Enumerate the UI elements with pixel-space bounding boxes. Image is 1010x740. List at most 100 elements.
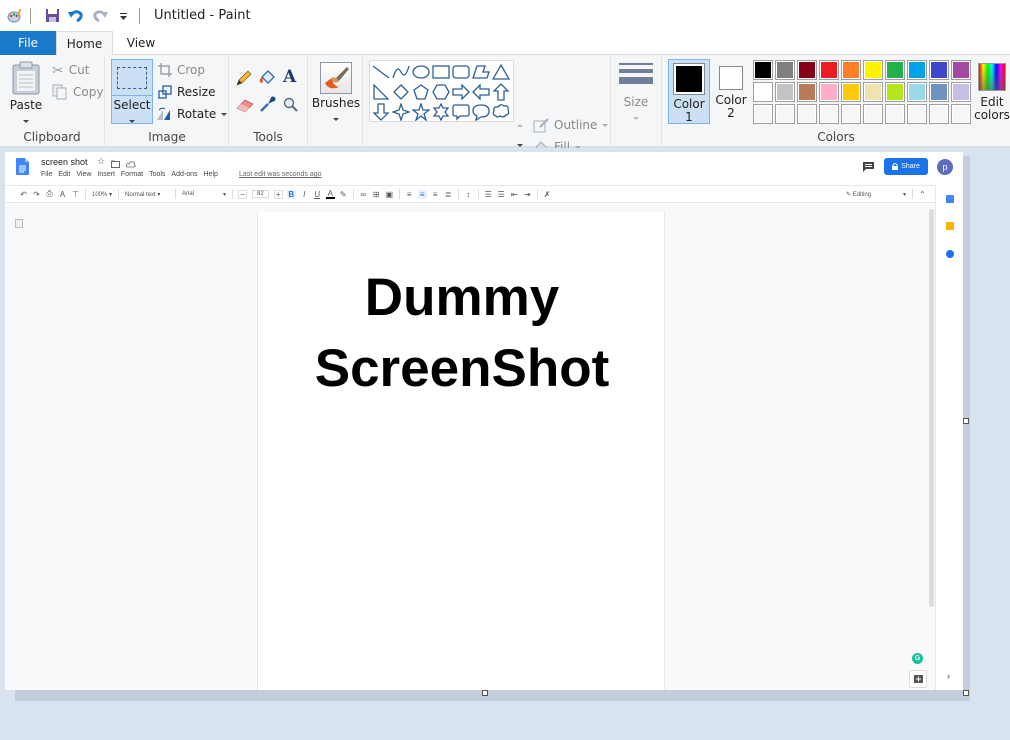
palette-swatch[interactable]	[863, 104, 883, 124]
shape-rounded-rectangle[interactable]	[451, 62, 471, 82]
document-page[interactable]: Dummy ScreenShot	[257, 212, 665, 690]
gdoc-menu-view[interactable]: View	[76, 171, 91, 178]
magnifier-icon[interactable]	[283, 97, 299, 116]
shape-cloud-callout[interactable]	[491, 102, 511, 122]
edit-colors-button[interactable]: Edit colors	[974, 59, 1010, 124]
gdoc-menu-insert[interactable]: Insert	[97, 171, 115, 178]
palette-swatch[interactable]	[753, 82, 773, 102]
highlight-color-icon[interactable]: ✎	[339, 190, 348, 199]
numbered-list-icon[interactable]: ☰	[484, 190, 493, 199]
palette-swatch[interactable]	[753, 104, 773, 124]
shape-rectangle[interactable]	[431, 62, 451, 82]
align-left-icon[interactable]: ≡	[405, 190, 414, 199]
rotate-button[interactable]: Rotate	[156, 104, 228, 124]
zoom-select[interactable]: 100% ▾	[92, 191, 112, 198]
underline-icon[interactable]: U	[313, 190, 322, 199]
vertical-scrollbar[interactable]	[929, 209, 934, 607]
shape-up-arrow[interactable]	[491, 82, 511, 102]
grammarly-icon[interactable]: G	[912, 653, 923, 664]
palette-swatch[interactable]	[797, 60, 817, 80]
shape-rounded-callout[interactable]	[451, 102, 471, 122]
text-tool-icon[interactable]: A	[283, 67, 296, 87]
shape-oval-callout[interactable]	[471, 102, 491, 122]
bold-icon[interactable]: B	[286, 189, 296, 199]
palette-swatch[interactable]	[841, 60, 861, 80]
palette-swatch[interactable]	[841, 104, 861, 124]
customize-quick-access-icon[interactable]	[115, 7, 133, 25]
align-center-icon[interactable]: ≡	[417, 189, 427, 199]
palette-swatch[interactable]	[907, 60, 927, 80]
palette-swatch[interactable]	[775, 104, 795, 124]
redo-icon[interactable]	[91, 7, 109, 25]
style-select[interactable]: Normal text ▾	[125, 191, 169, 198]
star-icon[interactable]: ☆	[97, 156, 105, 167]
palette-swatch[interactable]	[951, 104, 971, 124]
shape-right-triangle[interactable]	[371, 82, 391, 102]
gdoc-menu-addons[interactable]: Add-ons	[171, 171, 197, 178]
insert-link-icon[interactable]: ∞	[359, 190, 368, 199]
gdoc-menu-file[interactable]: File	[41, 171, 52, 178]
increase-indent-icon[interactable]: ⇥	[523, 190, 532, 199]
palette-swatch[interactable]	[797, 104, 817, 124]
resize-handle-corner[interactable]	[963, 690, 969, 696]
explore-button[interactable]	[909, 670, 927, 688]
gdoc-title[interactable]: screen shot	[41, 157, 88, 167]
shape-pentagon[interactable]	[411, 82, 431, 102]
pencil-icon[interactable]	[235, 69, 253, 90]
palette-swatch[interactable]	[885, 82, 905, 102]
share-button[interactable]: Share	[884, 158, 928, 175]
cut-button[interactable]: ✂ Cut	[52, 60, 89, 80]
tab-file[interactable]: File	[0, 31, 56, 55]
font-select[interactable]: Arial ▾	[182, 191, 226, 198]
palette-swatch[interactable]	[929, 82, 949, 102]
redo-icon[interactable]: ↷	[32, 190, 41, 199]
crop-button[interactable]: Crop	[158, 60, 205, 80]
canvas[interactable]: screen shot ☆ File Edit View Insert Format To…	[5, 152, 963, 690]
size-button[interactable]: Size	[617, 59, 655, 123]
justify-icon[interactable]: ≣	[444, 190, 453, 199]
palette-swatch[interactable]	[775, 82, 795, 102]
decrease-indent-icon[interactable]: ⇤	[510, 190, 519, 199]
palette-swatch[interactable]	[775, 60, 795, 80]
resize-handle-bottom[interactable]	[482, 690, 488, 696]
palette-swatch[interactable]	[819, 82, 839, 102]
palette-swatch[interactable]	[929, 60, 949, 80]
palette-swatch[interactable]	[863, 82, 883, 102]
italic-icon[interactable]: I	[300, 190, 309, 199]
shape-line[interactable]	[371, 62, 391, 82]
resize-handle-right[interactable]	[963, 418, 969, 424]
increase-font-size-icon[interactable]: +	[273, 189, 283, 199]
palette-swatch[interactable]	[819, 104, 839, 124]
brushes-button[interactable]: Brushes	[311, 59, 361, 123]
show-side-panel-icon[interactable]: ›	[947, 671, 950, 681]
shape-five-point-star[interactable]	[411, 102, 431, 122]
comment-history-icon[interactable]	[863, 161, 874, 175]
gdoc-menu-format[interactable]: Format	[121, 171, 143, 178]
bulleted-list-icon[interactable]: ☰	[497, 190, 506, 199]
gdoc-menu-tools[interactable]: Tools	[149, 171, 165, 178]
resize-button[interactable]: Resize	[158, 82, 215, 102]
collapse-menus-icon[interactable]: ⌃	[918, 190, 927, 199]
copy-button[interactable]: Copy	[52, 82, 103, 102]
keep-icon[interactable]	[946, 222, 954, 230]
select-button[interactable]: Select	[111, 59, 153, 124]
outline-toggle-icon[interactable]	[15, 219, 23, 228]
last-edit-link[interactable]: Last edit was seconds ago	[239, 171, 322, 178]
tab-home[interactable]: Home	[56, 31, 113, 56]
paste-button[interactable]: Paste	[6, 59, 46, 123]
undo-icon[interactable]: ↶	[19, 190, 28, 199]
shape-hexagon[interactable]	[431, 82, 451, 102]
save-icon[interactable]	[43, 7, 61, 25]
palette-swatch[interactable]	[907, 82, 927, 102]
palette-swatch[interactable]	[951, 82, 971, 102]
paint-format-icon[interactable]: ⊤	[71, 190, 80, 199]
outline-button[interactable]: Outline	[533, 115, 609, 135]
align-right-icon[interactable]: ≡	[431, 190, 440, 199]
palette-swatch[interactable]	[841, 82, 861, 102]
color-picker-icon[interactable]	[259, 95, 277, 116]
palette-swatch[interactable]	[951, 60, 971, 80]
document-text[interactable]: Dummy ScreenShot	[258, 262, 666, 404]
shape-diamond[interactable]	[391, 82, 411, 102]
tab-view[interactable]: View	[113, 31, 169, 55]
shape-left-arrow[interactable]	[471, 82, 491, 102]
